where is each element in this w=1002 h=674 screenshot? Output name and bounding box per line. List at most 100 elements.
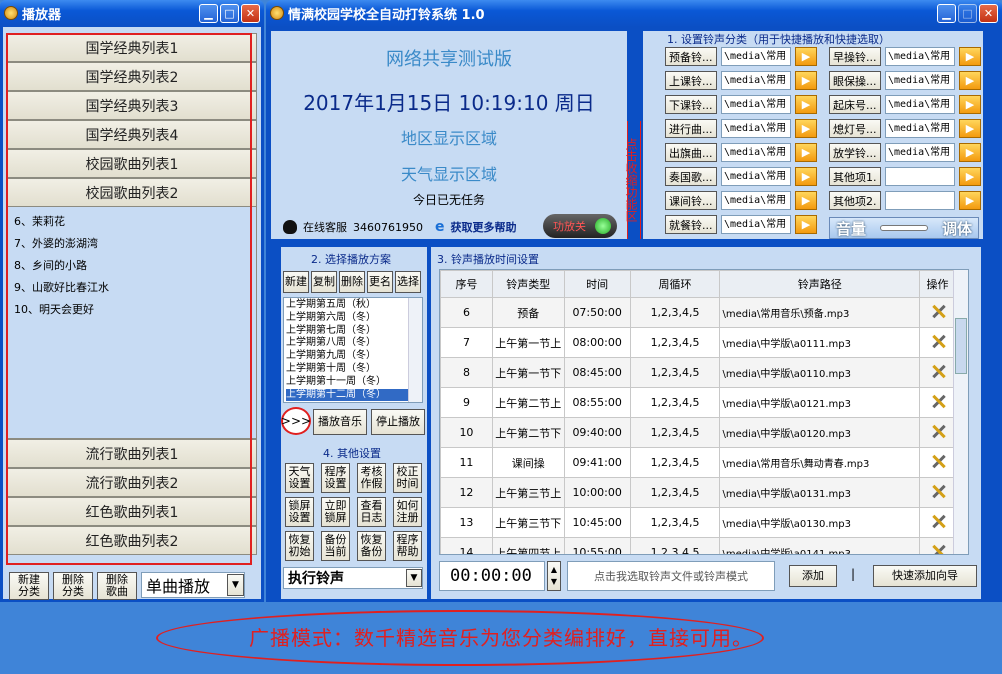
ring-path-field[interactable]: \media\常用 — [721, 71, 791, 90]
ring-category-button[interactable]: 熄灯号... — [829, 119, 881, 138]
table-row[interactable]: 11 课间操 09:41:00 1,2,3,4,5 \media\常用音乐\舞动青春.m… — [440, 447, 956, 478]
wrench-icon[interactable] — [929, 332, 947, 350]
ring-path-field[interactable]: \media\常用 — [885, 143, 955, 162]
settings-button[interactable]: 锁屏 设置 — [285, 497, 314, 527]
wrench-icon[interactable] — [929, 302, 947, 320]
play-icon[interactable]: ▶ — [795, 143, 817, 162]
plan-item[interactable]: 上学期第九周（冬） — [286, 350, 420, 363]
ring-path-field[interactable]: \media\常用 — [721, 191, 791, 210]
song-item[interactable]: 10、明天会更好 — [14, 299, 250, 321]
table-cell[interactable] — [919, 327, 956, 358]
ring-path-field[interactable]: \media\常用 — [885, 47, 955, 66]
category-button[interactable]: 校园歌曲列表1 — [7, 149, 257, 178]
settings-button[interactable]: 程序 帮助 — [393, 531, 422, 561]
scrollbar-thumb[interactable] — [955, 318, 967, 374]
plan-item[interactable]: 上学期第十二周（冬） — [286, 388, 420, 402]
ring-file-picker[interactable]: 点击我选取铃声文件或铃声模式 — [567, 561, 775, 591]
power-toggle[interactable]: 功放关 — [543, 214, 617, 238]
ring-path-field[interactable]: \media\常用 — [721, 215, 791, 234]
plan-action-button[interactable]: 删除 — [339, 271, 365, 293]
ring-path-field[interactable]: \media\常用 — [885, 71, 955, 90]
maximize-button[interactable]: □ — [220, 4, 239, 23]
ring-category-button[interactable]: 早操铃... — [829, 47, 881, 66]
delete-category-button[interactable]: 删除 分类 — [53, 572, 93, 600]
ring-category-button[interactable]: 出旗曲... — [665, 143, 717, 162]
exec-ring-select[interactable]: 执行铃声 ▼ — [283, 567, 423, 589]
play-music-button[interactable]: 播放音乐 — [313, 409, 367, 435]
song-list[interactable]: 6、茉莉花 7、外婆的澎湖湾 8、乡间的小路 9、山歌好比春江水 10、明天会更好 — [7, 207, 257, 439]
play-icon[interactable]: ▶ — [795, 119, 817, 138]
wrench-icon[interactable] — [929, 512, 947, 530]
play-icon[interactable]: ▶ — [959, 47, 981, 66]
stop-playback-button[interactable]: 停止播放 — [371, 409, 425, 435]
ring-path-field[interactable] — [885, 167, 955, 186]
plan-item[interactable]: 上学期第六周（冬） — [286, 312, 420, 325]
table-cell[interactable] — [919, 357, 956, 388]
ring-category-button[interactable]: 其他项1. — [829, 167, 881, 186]
minimize-button[interactable]: ▁ — [199, 4, 218, 23]
plan-scrollbar[interactable] — [408, 298, 422, 402]
plan-item[interactable]: 上学期第八周（冬） — [286, 337, 420, 350]
wrench-icon[interactable] — [929, 422, 947, 440]
table-row[interactable]: 13 上午第三节下 10:45:00 1,2,3,4,5 \media\中学版\a013… — [440, 507, 956, 538]
ring-path-field[interactable] — [885, 191, 955, 210]
schedule-table[interactable]: 序号 铃声类型 时间 周循环 铃声路径 操作 6 预备 07:50:00 1,2,3,4,5 \me… — [439, 269, 969, 555]
plan-action-button[interactable]: 更名 — [367, 271, 393, 293]
table-cell[interactable] — [919, 477, 956, 508]
table-scrollbar[interactable] — [953, 270, 968, 554]
more-button[interactable]: >>> — [281, 407, 311, 435]
song-item[interactable]: 8、乡间的小路 — [14, 255, 250, 277]
plan-action-button[interactable]: 新建 — [283, 271, 309, 293]
wrench-icon[interactable] — [929, 452, 947, 470]
settings-button[interactable]: 备份 当前 — [321, 531, 350, 561]
delete-song-button[interactable]: 删除 歌曲 — [97, 572, 137, 600]
ring-category-button[interactable]: 上课铃... — [665, 71, 717, 90]
close-button[interactable]: ✕ — [241, 4, 260, 23]
ring-path-field[interactable]: \media\常用 — [721, 47, 791, 66]
table-cell[interactable] — [919, 297, 956, 328]
settings-button[interactable]: 立即 锁屏 — [321, 497, 350, 527]
table-row[interactable]: 9 上午第二节上 08:55:00 1,2,3,4,5 \media\中学版\a0121… — [440, 387, 956, 418]
table-row[interactable]: 7 上午第一节上 08:00:00 1,2,3,4,5 \media\中学版\a0111… — [440, 327, 956, 358]
table-row[interactable]: 10 上午第二节下 09:40:00 1,2,3,4,5 \media\中学版\a012… — [440, 417, 956, 448]
volume-bar[interactable]: 音量 调体 — [829, 217, 979, 239]
quick-add-wizard-button[interactable]: 快速添加向导 — [873, 565, 977, 587]
play-icon[interactable]: ▶ — [795, 191, 817, 210]
table-cell[interactable] — [919, 417, 956, 448]
collapse-panel-toggle[interactable]: 点击收缩功能区 — [624, 121, 641, 239]
category-button[interactable]: 国学经典列表3 — [7, 91, 257, 120]
ring-path-field[interactable]: \media\常用 — [721, 95, 791, 114]
ring-category-button[interactable]: 放学铃... — [829, 143, 881, 162]
play-icon[interactable]: ▶ — [795, 71, 817, 90]
ring-category-button[interactable]: 进行曲... — [665, 119, 717, 138]
settings-button[interactable]: 考核 作假 — [357, 463, 386, 493]
table-row[interactable]: 6 预备 07:50:00 1,2,3,4,5 \media\常用音乐\预备.mp3 — [440, 297, 956, 328]
plan-item[interactable]: 上学期第十一周（冬） — [286, 376, 420, 389]
settings-button[interactable]: 恢复 初始 — [285, 531, 314, 561]
ring-category-button[interactable]: 其他项2. — [829, 191, 881, 210]
wrench-icon[interactable] — [929, 362, 947, 380]
table-cell[interactable] — [919, 507, 956, 538]
ring-path-field[interactable]: \media\常用 — [721, 167, 791, 186]
plan-item[interactable]: 上学期第七周（冬） — [286, 325, 420, 338]
play-mode-select[interactable]: 单曲播放 ▼ — [141, 572, 245, 598]
play-icon[interactable]: ▶ — [959, 71, 981, 90]
song-item[interactable]: 9、山歌好比春江水 — [14, 277, 250, 299]
help-link[interactable]: 获取更多帮助 — [451, 219, 517, 235]
category-button[interactable]: 校园歌曲列表2 — [7, 178, 257, 207]
play-icon[interactable]: ▶ — [795, 47, 817, 66]
plan-action-button[interactable]: 复制 — [311, 271, 337, 293]
plan-list[interactable]: 上学期第五周（秋） 上学期第六周（冬） 上学期第七周（冬） 上学期第八周（冬） 上学期第… — [283, 297, 423, 403]
play-icon[interactable]: ▶ — [959, 167, 981, 186]
table-row[interactable]: 12 上午第三节上 10:00:00 1,2,3,4,5 \media\中学版\a013… — [440, 477, 956, 508]
close-button[interactable]: ✕ — [979, 4, 998, 23]
plan-item[interactable]: 上学期第五周（秋） — [286, 299, 420, 312]
play-icon[interactable]: ▶ — [795, 215, 817, 234]
song-item[interactable]: 6、茉莉花 — [14, 211, 250, 233]
chevron-down-icon[interactable]: ▼ — [227, 574, 244, 596]
settings-button[interactable]: 校正 时间 — [393, 463, 422, 493]
settings-button[interactable]: 恢复 备份 — [357, 531, 386, 561]
play-icon[interactable]: ▶ — [959, 143, 981, 162]
table-cell[interactable] — [919, 537, 956, 554]
wrench-icon[interactable] — [929, 392, 947, 410]
